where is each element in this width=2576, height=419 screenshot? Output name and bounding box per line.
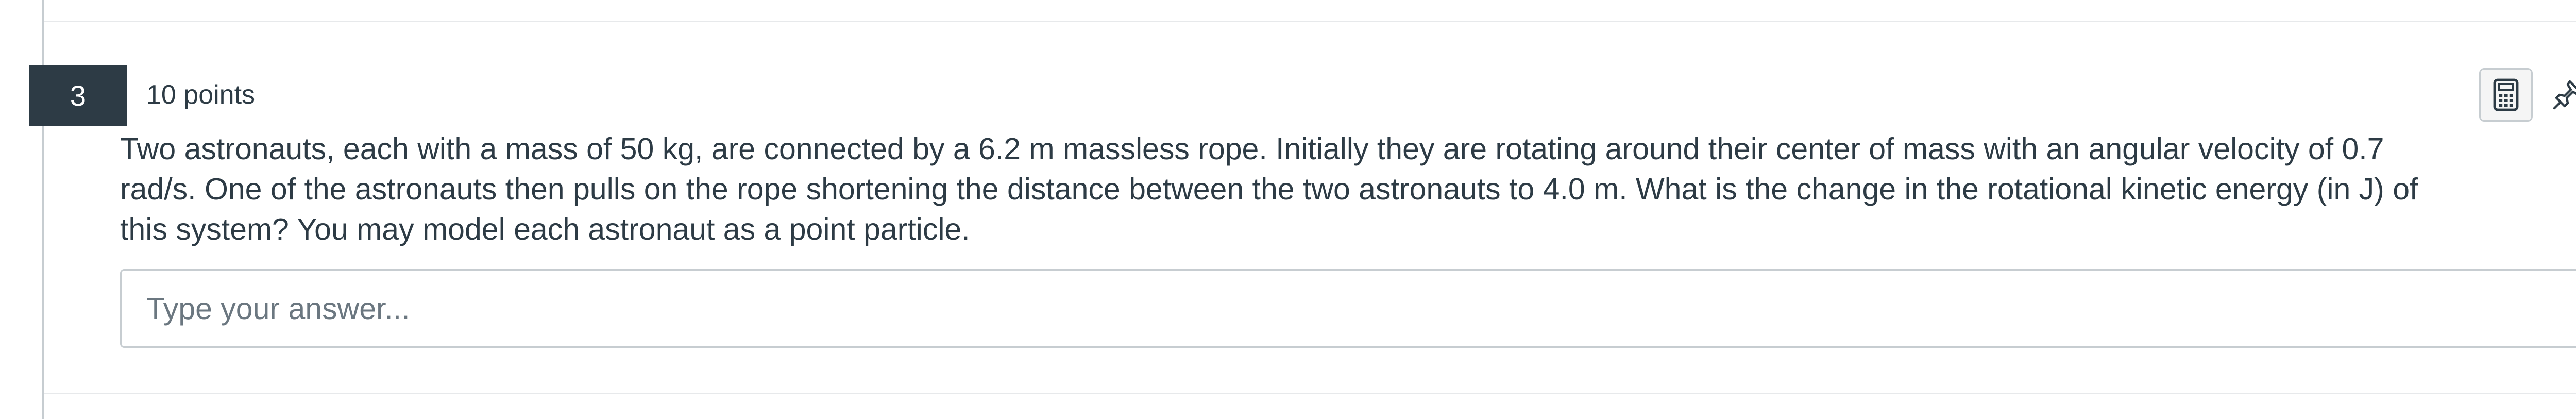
calculator-icon [2493,78,2519,111]
pin-icon [2553,80,2576,110]
answer-input[interactable] [120,269,2576,348]
bottom-divider [44,393,2576,394]
question-points: 10 points [146,80,256,110]
question-text: Two astronauts, each with a mass of 50 k… [120,132,2418,246]
question-number-badge: 3 [29,65,127,126]
top-divider [44,21,2576,22]
pin-button[interactable] [2541,68,2576,122]
calculator-button[interactable] [2479,68,2533,122]
